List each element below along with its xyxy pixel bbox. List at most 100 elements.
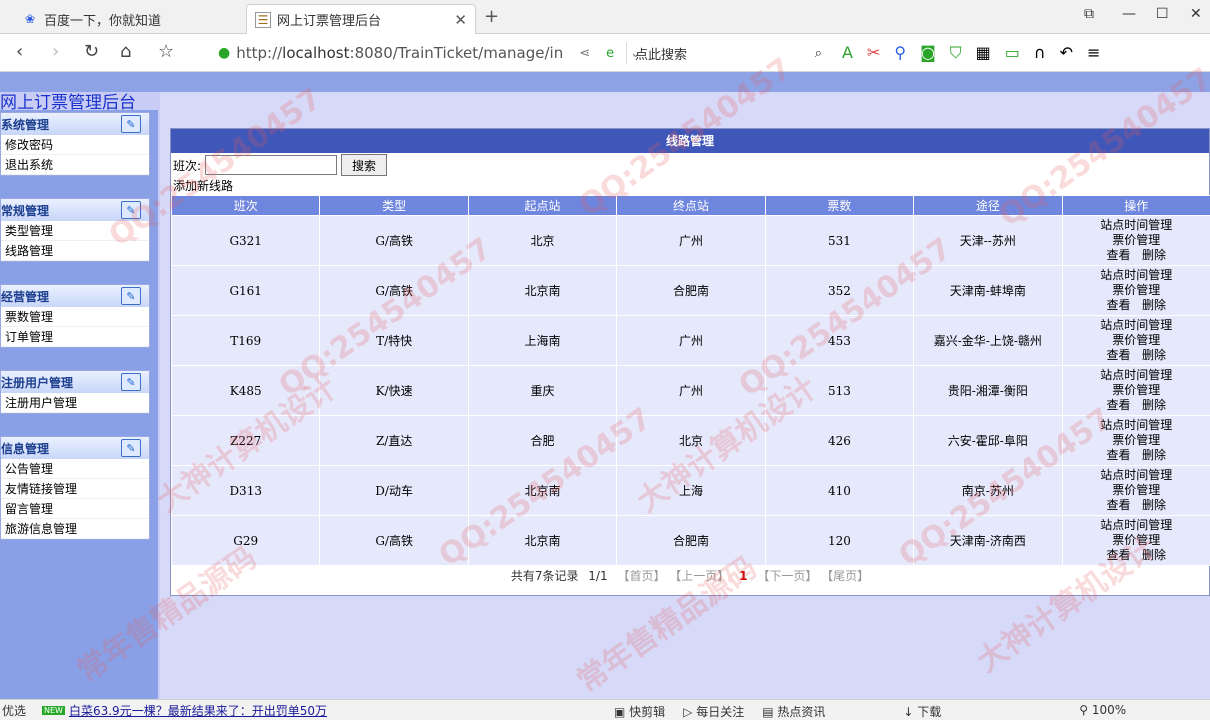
filter-label: 班次: bbox=[173, 158, 202, 173]
menu-icon[interactable]: ≡ bbox=[1087, 43, 1100, 63]
price-link[interactable]: 票价管理 bbox=[1112, 333, 1160, 347]
game-controller-icon[interactable]: ◙ bbox=[920, 43, 936, 63]
cell-to: 北京 bbox=[616, 415, 766, 466]
search-box[interactable]: 点此搜索 ⌕ bbox=[626, 42, 822, 64]
station-time-link[interactable]: 站点时间管理 bbox=[1100, 468, 1172, 482]
price-link[interactable]: 票价管理 bbox=[1112, 383, 1160, 397]
menu-header[interactable]: 信息管理 ✎ bbox=[1, 437, 149, 459]
menu-header[interactable]: 经营管理 ✎ bbox=[1, 285, 149, 307]
station-time-link[interactable]: 站点时间管理 bbox=[1100, 218, 1172, 232]
browser-tab-baidu[interactable]: ❀ 百度一下，你就知道 bbox=[14, 4, 242, 34]
back-icon[interactable]: ‹ bbox=[16, 41, 23, 62]
price-link[interactable]: 票价管理 bbox=[1112, 533, 1160, 547]
home-icon[interactable]: ⌂ bbox=[120, 41, 131, 62]
menu-item-ticket-count[interactable]: 票数管理 bbox=[1, 307, 149, 327]
col-via: 途径 bbox=[913, 195, 1063, 216]
daily-focus-item[interactable]: ▷ 每日关注 bbox=[683, 703, 744, 720]
menu-item-type-manage[interactable]: 类型管理 bbox=[1, 221, 149, 241]
cell-ops: 站点时间管理 票价管理 查看 删除 bbox=[1061, 365, 1210, 416]
menu-item-travel-info[interactable]: 旅游信息管理 bbox=[1, 519, 149, 539]
ie-compat-icon[interactable]: e bbox=[606, 46, 614, 61]
minimize-icon[interactable]: — bbox=[1122, 6, 1136, 22]
browser-tab-admin[interactable]: ☰ 网上订票管理后台 ✕ bbox=[246, 4, 476, 34]
menu-item-notice[interactable]: 公告管理 bbox=[1, 459, 149, 479]
refresh-icon[interactable]: ↻ bbox=[84, 41, 99, 62]
next-page-link[interactable]: 【下一页】 bbox=[757, 569, 817, 583]
station-time-link[interactable]: 站点时间管理 bbox=[1100, 518, 1172, 532]
price-link[interactable]: 票价管理 bbox=[1112, 283, 1160, 297]
station-time-link[interactable]: 站点时间管理 bbox=[1100, 268, 1172, 282]
menu-item-order-manage[interactable]: 订单管理 bbox=[1, 327, 149, 347]
close-window-icon[interactable]: ✕ bbox=[1190, 6, 1202, 22]
search-icon[interactable]: ⌕ bbox=[815, 46, 822, 61]
menu-item-friend-links[interactable]: 友情链接管理 bbox=[1, 479, 149, 499]
restore-icon[interactable]: ⧉ bbox=[1084, 6, 1094, 22]
first-page-link[interactable]: 【首页】 bbox=[617, 569, 665, 583]
delete-link[interactable]: 删除 bbox=[1142, 298, 1166, 312]
hot-news-item[interactable]: ▤ 热点资讯 bbox=[762, 703, 825, 720]
search-button[interactable]: 搜索 bbox=[341, 154, 388, 176]
translate-icon[interactable]: A bbox=[842, 43, 853, 63]
train-code-input[interactable] bbox=[205, 155, 338, 175]
delete-link[interactable]: 删除 bbox=[1142, 348, 1166, 362]
status-preferred[interactable]: 优选 bbox=[2, 702, 26, 719]
zoom-level[interactable]: ⚲ 100% bbox=[1079, 703, 1126, 720]
cell-to: 上海 bbox=[616, 465, 766, 516]
menu-header[interactable]: 注册用户管理 ✎ bbox=[1, 371, 149, 393]
status-right: ▣ 快剪辑 ▷ 每日关注 ▤ 热点资讯 ↓ 下载 ⚲ 100% bbox=[614, 703, 1126, 720]
quick-edit-item[interactable]: ▣ 快剪辑 bbox=[614, 703, 665, 720]
view-link[interactable]: 查看 bbox=[1107, 298, 1131, 312]
url-field[interactable]: ● http:// localhost :8080/TrainTicket/ma… bbox=[218, 42, 641, 64]
magnifier-icon[interactable]: ⚲ bbox=[894, 43, 906, 63]
station-time-link[interactable]: 站点时间管理 bbox=[1100, 368, 1172, 382]
delete-link[interactable]: 删除 bbox=[1142, 398, 1166, 412]
menu-item-messages[interactable]: 留言管理 bbox=[1, 499, 149, 519]
apps-grid-icon[interactable]: ▦ bbox=[976, 43, 991, 63]
scissors-icon[interactable]: ✂ bbox=[867, 43, 880, 63]
app-title: 网上订票管理后台 bbox=[0, 93, 136, 113]
close-tab-icon[interactable]: ✕ bbox=[454, 11, 467, 29]
add-route-link[interactable]: 添加新线路 bbox=[171, 177, 1209, 195]
view-link[interactable]: 查看 bbox=[1107, 348, 1131, 362]
favorite-star-icon[interactable]: ☆ bbox=[158, 41, 174, 62]
cell-code: K485 bbox=[170, 365, 321, 416]
menu-item-route-manage[interactable]: 线路管理 bbox=[1, 241, 149, 261]
station-time-link[interactable]: 站点时间管理 bbox=[1100, 318, 1172, 332]
view-link[interactable]: 查看 bbox=[1107, 448, 1131, 462]
pager: 共有7条记录 1/1 【首页】 【上一页】 1 【下一页】 【尾页】 bbox=[171, 566, 1209, 586]
new-badge: NEW bbox=[42, 705, 65, 715]
delete-link[interactable]: 删除 bbox=[1142, 498, 1166, 512]
prev-page-link[interactable]: 【上一页】 bbox=[669, 569, 729, 583]
last-page-link[interactable]: 【尾页】 bbox=[821, 569, 869, 583]
share-icon[interactable]: ⋖ bbox=[579, 46, 590, 61]
view-link[interactable]: 查看 bbox=[1107, 398, 1131, 412]
download-item[interactable]: ↓ 下载 bbox=[903, 703, 941, 720]
headphones-icon[interactable]: ∩ bbox=[1034, 43, 1046, 63]
delete-link[interactable]: 删除 bbox=[1142, 248, 1166, 262]
news-link[interactable]: 白菜63.9元一棵？最新结果来了：开出罚单50万 bbox=[69, 702, 327, 719]
menu-header[interactable]: 系统管理 ✎ bbox=[1, 113, 149, 135]
view-link[interactable]: 查看 bbox=[1107, 248, 1131, 262]
station-time-link[interactable]: 站点时间管理 bbox=[1100, 418, 1172, 432]
menu-item-logout[interactable]: 退出系统 bbox=[1, 155, 149, 175]
battery-icon[interactable]: ▭ bbox=[1005, 43, 1020, 63]
menu-header[interactable]: 常规管理 ✎ bbox=[1, 199, 149, 221]
delete-link[interactable]: 删除 bbox=[1142, 448, 1166, 462]
undo-icon[interactable]: ↶ bbox=[1060, 43, 1073, 63]
menu-item-change-password[interactable]: 修改密码 bbox=[1, 135, 149, 155]
price-link[interactable]: 票价管理 bbox=[1112, 433, 1160, 447]
cell-ops: 站点时间管理 票价管理 查看 删除 bbox=[1061, 465, 1210, 516]
maximize-icon[interactable]: ☐ bbox=[1156, 6, 1169, 22]
menu-item-user-manage[interactable]: 注册用户管理 bbox=[1, 393, 149, 413]
new-tab-button[interactable]: + bbox=[484, 6, 499, 27]
shield-icon[interactable]: ⛉ bbox=[950, 43, 962, 63]
forward-icon[interactable]: › bbox=[52, 41, 59, 62]
top-band bbox=[0, 72, 1210, 92]
delete-link[interactable]: 删除 bbox=[1142, 548, 1166, 562]
play-circle-icon: ▷ bbox=[683, 705, 697, 719]
price-link[interactable]: 票价管理 bbox=[1112, 483, 1160, 497]
view-link[interactable]: 查看 bbox=[1107, 548, 1131, 562]
view-link[interactable]: 查看 bbox=[1107, 498, 1131, 512]
price-link[interactable]: 票价管理 bbox=[1112, 233, 1160, 247]
cell-count: 531 bbox=[764, 215, 915, 266]
